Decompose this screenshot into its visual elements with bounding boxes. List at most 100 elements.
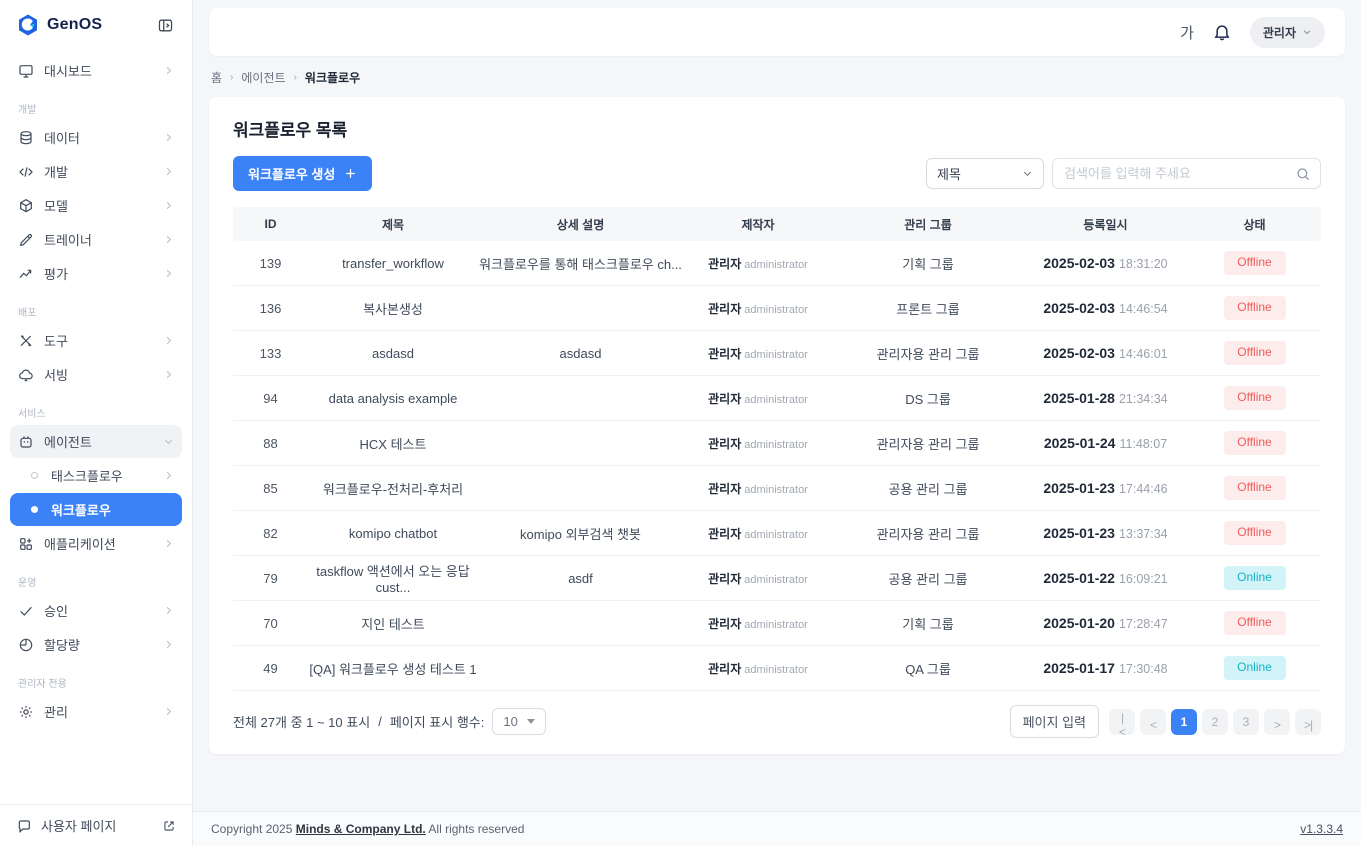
sidebar-item-dashboard[interactable]: 대시보드 [10,54,182,87]
creator-name: administrator [744,439,808,451]
cell-group: 기획 그룹 [833,614,1023,633]
search-icon[interactable] [1295,166,1311,182]
cell-title: komipo chatbot [308,526,478,541]
table-row[interactable]: 70 지인 테스트 관리자administrator 기획 그룹 2025-01… [233,601,1321,646]
monitor-icon [18,63,34,79]
sidebar-item-workflow[interactable]: 워크플로우 [10,493,182,526]
sidebar-item-tools[interactable]: 도구 [10,324,182,357]
chevron-right-icon [163,200,174,211]
search-field-value: 제목 [937,164,961,183]
rows-per-page-value: 10 [503,714,517,729]
page-button-3[interactable]: 3 [1233,709,1259,735]
brand[interactable]: GenOS [16,13,102,37]
cell-title: 워크플로우-전처리-후처리 [308,479,478,498]
cell-group: 기획 그룹 [833,254,1023,273]
sidebar-nav: 대시보드 개발 데이터 개발 모델 트레이너 평가 배포 [0,47,192,804]
cell-title: transfer_workflow [308,256,478,271]
chevron-down-icon [163,436,174,447]
cell-group: 관리자용 관리 그룹 [833,524,1023,543]
cell-time: 21:34:34 [1119,392,1168,406]
line-chart-icon [18,266,34,282]
search-box [1052,158,1321,189]
font-size-button[interactable]: 가 [1180,22,1194,43]
table-row[interactable]: 49 [QA] 워크플로우 생성 테스트 1 관리자administrator … [233,646,1321,691]
next-page-button[interactable]: > [1264,709,1290,735]
prev-page-button[interactable]: < [1140,709,1166,735]
sidebar-item-label: 서빙 [44,365,68,384]
company-link[interactable]: Minds & Company Ltd. [296,822,426,836]
cell-date: 2025-01-24 [1044,435,1116,451]
sidebar-item-taskflow[interactable]: 태스크플로우 [10,459,182,492]
chat-window-icon [16,818,32,834]
tools-icon [18,333,34,349]
cell-title: data analysis example [308,391,478,406]
cell-date: 2025-01-20 [1043,615,1115,631]
section-label-deployment: 배포 [18,304,174,319]
search-input[interactable] [1064,166,1295,181]
cell-time: 11:48:07 [1119,437,1167,451]
page-button-1[interactable]: 1 [1171,709,1197,735]
cell-time: 16:09:21 [1119,572,1168,586]
breadcrumb-agent[interactable]: 에이전트 [241,69,285,86]
chevron-down-icon [1302,27,1312,37]
page-buttons: 123 [1171,709,1259,735]
column-header-description: 상세 설명 [478,216,683,233]
user-page-link[interactable]: 사용자 페이지 [0,804,192,846]
sidebar-item-approval[interactable]: 승인 [10,594,182,627]
cell-time: 17:44:46 [1119,482,1168,496]
column-header-id: ID [233,217,308,231]
chevron-down-icon [1022,168,1033,179]
search-field-select[interactable]: 제목 [926,158,1044,189]
sidebar-item-data[interactable]: 데이터 [10,121,182,154]
sidebar-item-trainer[interactable]: 트레이너 [10,223,182,256]
table-body: 139 transfer_workflow 워크플로우를 통해 태스크플로우 c… [233,241,1321,691]
copyright-suffix: All rights reserved [428,822,524,836]
table-row[interactable]: 85 워크플로우-전처리-후처리 관리자administrator 공용 관리 … [233,466,1321,511]
status-badge: Online [1224,566,1286,589]
sidebar-item-quota[interactable]: 할당량 [10,628,182,661]
table-row[interactable]: 79 taskflow 액션에서 오는 응답 cust... asdf 관리자a… [233,556,1321,601]
cell-time: 17:28:47 [1119,617,1168,631]
table-row[interactable]: 139 transfer_workflow 워크플로우를 통해 태스크플로우 c… [233,241,1321,286]
page-button-2[interactable]: 2 [1202,709,1228,735]
sidebar-item-label: 애플리케이션 [44,534,116,553]
profile-menu-button[interactable]: 관리자 [1250,17,1325,48]
creator-name: administrator [744,259,808,271]
sidebar-item-model[interactable]: 모델 [10,189,182,222]
copyright-prefix: Copyright 2025 [211,822,292,836]
sidebar-item-evaluation[interactable]: 평가 [10,257,182,290]
brand-name: GenOS [47,16,102,34]
sidebar-item-label: 도구 [44,331,68,350]
sidebar-item-label: 태스크플로우 [51,466,123,485]
creator-name: administrator [744,529,808,541]
sidebar-item-application[interactable]: 애플리케이션 [10,527,182,560]
notifications-button[interactable] [1212,22,1232,42]
table-row[interactable]: 133 asdasd asdasd 관리자administrator 관리자용 … [233,331,1321,376]
creator-role: 관리자 [708,347,741,361]
sidebar-item-agent[interactable]: 에이전트 [10,425,182,458]
breadcrumb: 홈 › 에이전트 › 워크플로우 [211,69,1343,86]
first-page-button[interactable]: |< [1109,709,1135,735]
cell-title: asdasd [308,346,478,361]
creator-role: 관리자 [708,617,741,631]
sidebar-collapse-icon[interactable] [155,15,176,36]
breadcrumb-home[interactable]: 홈 [211,69,222,86]
cell-description: asdf [478,571,683,586]
last-page-button[interactable]: >| [1295,709,1321,735]
bell-icon [1212,22,1232,42]
sidebar-item-admin[interactable]: 관리 [10,695,182,728]
create-workflow-button[interactable]: 워크플로우 생성 [233,156,372,191]
table-row[interactable]: 94 data analysis example 관리자administrato… [233,376,1321,421]
column-header-title: 제목 [308,216,478,233]
breadcrumb-separator-icon: › [230,72,233,83]
section-label-operation: 운영 [18,574,174,589]
table-row[interactable]: 82 komipo chatbot komipo 외부검색 챗봇 관리자admi… [233,511,1321,556]
page-input-button[interactable]: 페이지 입력 [1010,705,1099,738]
table-row[interactable]: 88 HCX 테스트 관리자administrator 관리자용 관리 그룹 2… [233,421,1321,466]
table-row[interactable]: 136 복사본생성 관리자administrator 프론트 그룹 2025-0… [233,286,1321,331]
version-link[interactable]: v1.3.3.4 [1300,822,1343,836]
creator-name: administrator [744,394,808,406]
sidebar-item-serving[interactable]: 서빙 [10,358,182,391]
sidebar-item-develop[interactable]: 개발 [10,155,182,188]
rows-per-page-select[interactable]: 10 [492,708,545,735]
